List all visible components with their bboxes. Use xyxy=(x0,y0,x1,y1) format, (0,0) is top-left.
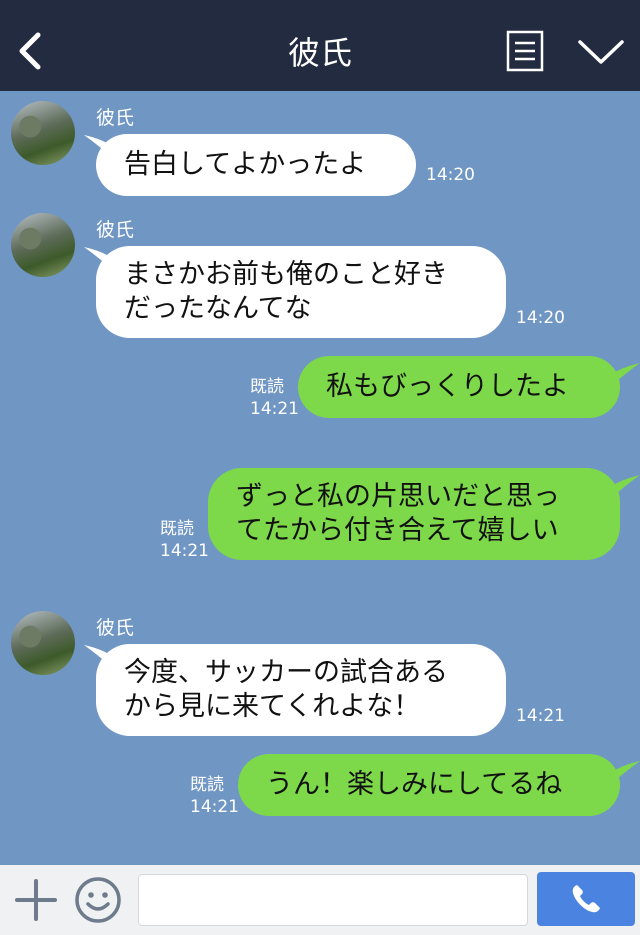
avatar[interactable] xyxy=(11,101,75,165)
read-receipt: 既読 14:21 xyxy=(160,518,209,562)
sender-name: 彼氏 xyxy=(96,219,135,241)
call-button[interactable] xyxy=(537,872,635,926)
bubble-tail xyxy=(610,475,640,499)
bubble-tail xyxy=(610,363,640,387)
read-receipt: 既読 14:21 xyxy=(190,774,239,818)
message-time: 14:20 xyxy=(426,165,475,185)
message-bubble[interactable]: ずっと私の片思いだと思っ てたから付き合えて嬉しい xyxy=(208,468,620,560)
read-label: 既読 xyxy=(250,377,284,397)
message-bubble[interactable]: まさかお前も俺のこと好き だったなんてな xyxy=(96,246,506,338)
message-input[interactable] xyxy=(138,874,528,926)
read-label: 既読 xyxy=(190,775,224,795)
message-list[interactable]: 彼氏 告白してよかったよ 14:20 彼氏 まさかお前も俺のこと好き だったなん… xyxy=(0,91,640,865)
sender-name: 彼氏 xyxy=(96,107,135,129)
chevron-down-icon[interactable] xyxy=(576,36,626,68)
plus-icon[interactable] xyxy=(14,878,58,922)
bubble-tail xyxy=(610,761,640,785)
menu-lines-icon[interactable] xyxy=(506,30,544,72)
chat-title: 彼氏 xyxy=(287,34,352,72)
sender-name: 彼氏 xyxy=(96,617,135,639)
message-bubble[interactable]: 今度、サッカーの試合ある から見に来てくれよな！ xyxy=(96,644,506,736)
message-time: 14:21 xyxy=(190,797,239,817)
message-time: 14:20 xyxy=(516,308,565,328)
avatar[interactable] xyxy=(11,611,75,675)
message-time: 14:21 xyxy=(250,399,299,419)
read-label: 既読 xyxy=(160,519,194,539)
phone-icon xyxy=(572,885,600,913)
chat-header: 彼氏 xyxy=(0,0,640,91)
avatar[interactable] xyxy=(11,213,75,277)
message-time: 14:21 xyxy=(516,706,565,726)
message-bubble[interactable]: 私もびっくりしたよ xyxy=(298,356,620,418)
read-receipt: 既読 14:21 xyxy=(250,376,299,420)
message-bubble[interactable]: うん！楽しみにしてるね xyxy=(238,754,620,816)
message-bubble[interactable]: 告白してよかったよ xyxy=(96,134,416,196)
smiley-icon[interactable] xyxy=(74,876,122,924)
message-time: 14:21 xyxy=(160,541,209,561)
